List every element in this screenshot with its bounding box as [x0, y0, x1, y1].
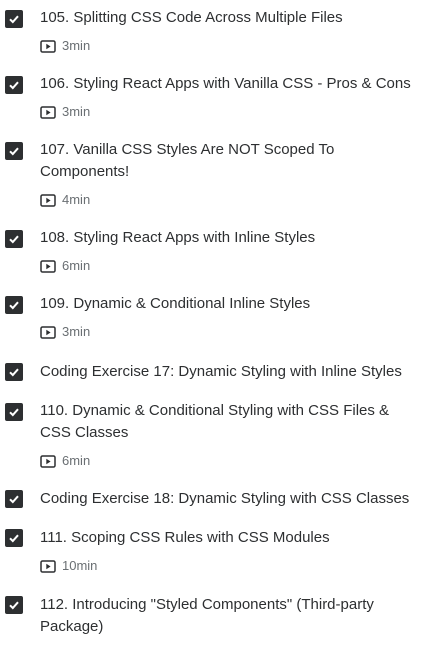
- lecture-duration: 6min: [62, 453, 91, 468]
- lecture-meta: 3min: [40, 322, 90, 342]
- completed-checkbox[interactable]: [5, 76, 23, 94]
- lecture-meta: 6min: [40, 451, 90, 471]
- curriculum-item[interactable]: 111. Scoping CSS Rules with CSS Modules …: [0, 518, 434, 580]
- completed-checkbox[interactable]: [5, 490, 23, 508]
- exercise-title: Coding Exercise 17: Dynamic Styling with…: [40, 363, 402, 380]
- curriculum-item[interactable]: 107. Vanilla CSS Styles Are NOT Scoped T…: [0, 132, 434, 216]
- lecture-meta: 10min: [40, 556, 97, 576]
- lecture-title: 112. Introducing "Styled Components" (Th…: [40, 596, 374, 635]
- checkmark-icon: [9, 368, 19, 377]
- lecture-meta: 4min: [40, 190, 90, 210]
- checkmark-icon: [9, 235, 19, 244]
- completed-checkbox[interactable]: [5, 596, 23, 614]
- play-video-icon: [40, 454, 56, 468]
- checkmark-icon: [9, 81, 19, 90]
- curriculum-item[interactable]: Coding Exercise 18: Dynamic Styling with…: [0, 478, 434, 518]
- lecture-title: 111. Scoping CSS Rules with CSS Modules: [40, 529, 330, 546]
- curriculum-item[interactable]: 112. Introducing "Styled Components" (Th…: [0, 584, 434, 647]
- completed-checkbox[interactable]: [5, 296, 23, 314]
- completed-checkbox[interactable]: [5, 363, 23, 381]
- play-video-icon: [40, 559, 56, 573]
- curriculum-item[interactable]: 108. Styling React Apps with Inline Styl…: [0, 220, 434, 282]
- lecture-duration: 3min: [62, 38, 91, 53]
- lecture-meta: 3min: [40, 36, 90, 56]
- completed-checkbox[interactable]: [5, 403, 23, 421]
- curriculum-item[interactable]: 105. Splitting CSS Code Across Multiple …: [0, 0, 434, 62]
- curriculum-item[interactable]: Coding Exercise 17: Dynamic Styling with…: [0, 352, 434, 392]
- completed-checkbox[interactable]: [5, 10, 23, 28]
- completed-checkbox[interactable]: [5, 230, 23, 248]
- curriculum-item[interactable]: 110. Dynamic & Conditional Styling with …: [0, 392, 434, 476]
- curriculum-item[interactable]: 109. Dynamic & Conditional Inline Styles…: [0, 286, 434, 348]
- lecture-duration: 3min: [62, 104, 91, 119]
- lecture-title: 109. Dynamic & Conditional Inline Styles: [40, 295, 311, 312]
- checkmark-icon: [9, 534, 19, 543]
- exercise-title: Coding Exercise 18: Dynamic Styling with…: [40, 490, 410, 507]
- lecture-duration: 10min: [62, 558, 98, 573]
- lecture-title: 107. Vanilla CSS Styles Are NOT Scoped T…: [40, 141, 335, 180]
- lecture-title: 106. Styling React Apps with Vanilla CSS…: [40, 75, 411, 92]
- play-video-icon: [40, 105, 56, 119]
- checkmark-icon: [9, 147, 19, 156]
- play-video-icon: [40, 39, 56, 53]
- checkmark-icon: [9, 601, 19, 610]
- lecture-duration: 6min: [62, 258, 91, 273]
- completed-checkbox[interactable]: [5, 142, 23, 160]
- play-video-icon: [40, 259, 56, 273]
- checkmark-icon: [9, 15, 19, 24]
- lecture-duration: 3min: [62, 324, 91, 339]
- lecture-title: 105. Splitting CSS Code Across Multiple …: [40, 9, 343, 26]
- checkmark-icon: [9, 301, 19, 310]
- lecture-meta: 6min: [40, 256, 90, 276]
- checkmark-icon: [9, 495, 19, 504]
- lecture-duration: 4min: [62, 192, 91, 207]
- lecture-title: 108. Styling React Apps with Inline Styl…: [40, 229, 316, 246]
- checkmark-icon: [9, 408, 19, 417]
- play-video-icon: [40, 325, 56, 339]
- lecture-title: 110. Dynamic & Conditional Styling with …: [40, 402, 390, 441]
- lecture-meta: 3min: [40, 102, 90, 122]
- completed-checkbox[interactable]: [5, 529, 23, 547]
- play-video-icon: [40, 193, 56, 207]
- curriculum-item[interactable]: 106. Styling React Apps with Vanilla CSS…: [0, 66, 434, 128]
